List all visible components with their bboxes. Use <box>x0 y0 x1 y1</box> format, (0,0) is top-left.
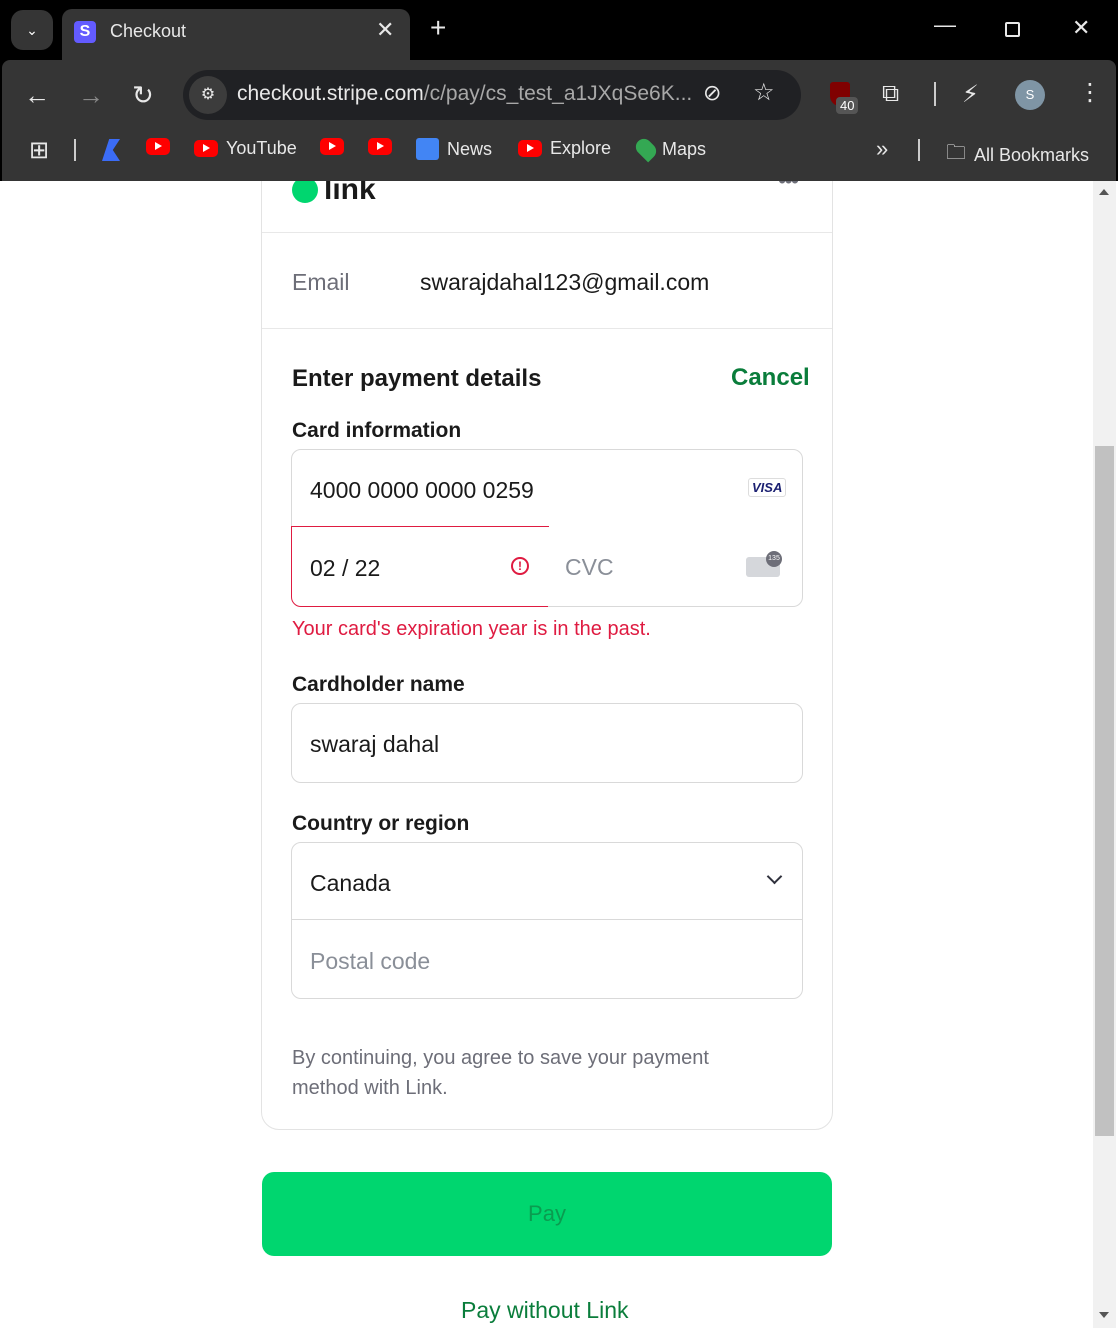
link-logo: link <box>292 181 376 207</box>
profile-avatar[interactable]: S <box>1015 80 1045 110</box>
apps-icon[interactable]: ⊞ <box>29 136 49 165</box>
bookmark-explore[interactable]: Explore <box>518 138 611 159</box>
youtube-icon[interactable] <box>320 138 344 155</box>
bookmark-maps[interactable]: Maps <box>632 135 707 163</box>
url-path: /c/pay/cs_test_a1JXqSe6K... <box>423 82 693 105</box>
close-tab-icon[interactable]: ✕ <box>376 17 394 43</box>
youtube-icon <box>194 140 218 157</box>
visa-icon: VISA <box>748 478 787 497</box>
postal-code-input[interactable]: Postal code <box>291 919 803 999</box>
url-host: checkout.stripe.com <box>237 82 424 105</box>
cvc-input[interactable]: CVC 135 <box>548 527 803 607</box>
consent-text: By continuing, you agree to save your pa… <box>292 1047 709 1099</box>
scroll-up-arrow[interactable] <box>1099 189 1109 195</box>
tab-title: Checkout <box>110 21 187 41</box>
extension-badge: 40 <box>836 97 859 114</box>
all-bookmarks[interactable]: 🗀 All Bookmarks <box>946 138 1089 172</box>
email-value: swarajdahal123@gmail.com <box>420 269 710 295</box>
youtube-icon[interactable] <box>146 138 170 155</box>
reload-icon[interactable]: ↻ <box>132 80 154 111</box>
eye-off-icon[interactable]: ⊘ <box>703 80 721 106</box>
cardholder-name-value: swaraj dahal <box>310 731 440 757</box>
bookmark-label: Explore <box>550 138 612 158</box>
folder-icon: 🗀 <box>946 142 966 164</box>
bookmark-youtube[interactable]: YouTube <box>194 138 297 159</box>
country-value: Canada <box>310 870 391 896</box>
card-number-value: 4000 0000 0000 0259 <box>310 477 534 503</box>
tab-search-button[interactable]: ⌄ <box>11 10 53 50</box>
chevron-down-icon <box>766 868 783 885</box>
checkout-page: link ••• Email swarajdahal123@gmail.com … <box>2 181 1116 1328</box>
cardholder-name-label: Cardholder name <box>292 673 465 696</box>
stripe-favicon-icon: S <box>74 21 96 43</box>
cvc-placeholder: CVC <box>565 554 614 580</box>
card-number-input[interactable]: 4000 0000 0000 0259 VISA <box>291 449 803 528</box>
youtube-icon <box>518 140 542 157</box>
bookmark-label: Maps <box>662 138 707 159</box>
expiry-input[interactable]: 02 / 22 ! <box>291 526 549 607</box>
forward-icon[interactable]: → <box>78 80 104 111</box>
scrollbar-thumb[interactable] <box>1095 446 1114 1136</box>
bookmark-news[interactable]: News <box>416 138 492 160</box>
close-window-button[interactable]: ✕ <box>1072 15 1090 41</box>
tab-checkout[interactable]: S Checkout ✕ <box>62 9 410 60</box>
google-news-icon <box>416 138 439 160</box>
error-icon: ! <box>511 557 529 575</box>
maximize-button[interactable] <box>1005 22 1020 37</box>
cancel-link[interactable]: Cancel <box>731 364 810 392</box>
address-bar[interactable]: ⚙ checkout.stripe.com/c/pay/cs_test_a1JX… <box>183 70 801 120</box>
postal-placeholder: Postal code <box>310 948 431 974</box>
card-info-label: Card information <box>292 419 462 442</box>
pay-button[interactable]: Pay <box>262 1172 832 1256</box>
star-icon[interactable]: ☆ <box>753 78 775 107</box>
country-label: Country or region <box>292 812 470 835</box>
expiry-value: 02 / 22 <box>310 555 381 581</box>
all-bookmarks-label: All Bookmarks <box>974 144 1090 165</box>
scrollbar[interactable] <box>1093 181 1116 1328</box>
site-settings-icon[interactable]: ⚙ <box>189 76 227 114</box>
expiry-error-message: Your card's expiration year is in the pa… <box>292 618 651 640</box>
minimize-button[interactable]: — <box>934 12 956 38</box>
youtube-icon[interactable] <box>368 138 392 155</box>
bookmark-label: News <box>447 138 493 159</box>
menu-icon[interactable]: ⋮ <box>1078 78 1102 107</box>
pay-label: Pay <box>528 1201 566 1226</box>
bookmark-label: YouTube <box>226 138 297 158</box>
payment-heading: Enter payment details <box>292 365 542 392</box>
cvc-icon-text: 135 <box>766 551 782 567</box>
browser-chrome: ⌄ S Checkout ✕ + — ✕ ← → ↻ ⚙ checkout.st… <box>0 0 1118 181</box>
extensions-icon[interactable]: ⧉ <box>882 80 899 108</box>
scroll-down-arrow[interactable] <box>1099 1312 1109 1318</box>
pay-without-link[interactable]: Pay without Link <box>461 1297 628 1324</box>
new-tab-button[interactable]: + <box>430 12 446 44</box>
performance-icon[interactable]: ⚡ <box>962 80 979 109</box>
country-select[interactable]: Canada <box>291 842 803 920</box>
email-label: Email <box>292 269 350 295</box>
cardholder-name-input[interactable]: swaraj dahal <box>291 703 803 783</box>
more-bookmarks-icon[interactable]: » <box>876 136 888 162</box>
back-icon[interactable]: ← <box>24 80 50 111</box>
more-options-icon[interactable]: ••• <box>778 181 799 195</box>
